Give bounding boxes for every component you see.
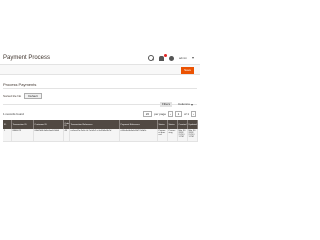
admin-actions: admin xyxy=(147,53,194,62)
table-cell: Mar 30 2018 2:23:11 PM xyxy=(177,129,188,142)
page-actions-bar: Save xyxy=(0,64,200,75)
column-header[interactable]: Customer ID xyxy=(33,120,64,129)
columns-label: Columns xyxy=(178,102,190,106)
column-header[interactable]: Transaction ID xyxy=(11,120,34,129)
columns-chevron-icon xyxy=(190,103,193,106)
filters-button[interactable]: Filters xyxy=(160,102,173,107)
column-header[interactable]: ID xyxy=(3,120,12,129)
table-cell: ce0eed7a-2a6c-4c7a-b5c1-e1af2d6e9b7d xyxy=(69,129,120,142)
pager: 20 per page ‹ 1 of 1 › xyxy=(142,110,196,117)
table-cell: 1 xyxy=(3,129,12,142)
records-found: 1 records found xyxy=(3,112,24,116)
prev-page-button[interactable]: ‹ xyxy=(167,110,173,117)
table-cell: Mar 30 2018 2:23:11 PM xyxy=(187,129,198,142)
scope-label: Sorted tile No xyxy=(3,94,22,98)
save-button[interactable]: Save xyxy=(181,67,194,74)
search-icon[interactable] xyxy=(147,55,154,61)
per-page-label: per page xyxy=(154,111,166,116)
per-page-select[interactable]: 20 xyxy=(142,110,153,117)
notification-badge xyxy=(163,53,167,57)
columns-button[interactable]: Columns xyxy=(178,102,193,107)
column-header[interactable]: Created xyxy=(177,120,188,129)
data-grid: ID Transaction ID Customer ID Order ID T… xyxy=(3,120,198,142)
column-header[interactable]: Status xyxy=(157,120,168,129)
scope-row: Sorted tile No Default xyxy=(3,92,42,100)
page-count: of 1 xyxy=(183,111,189,116)
table-cell: 0f0d7b6f-5d6a3aa8-94d0 xyxy=(33,129,64,142)
table-cell: Processing xyxy=(167,129,178,142)
scope-button[interactable]: Default xyxy=(24,93,42,99)
section-title: Process Payments xyxy=(3,82,37,87)
column-header[interactable]: Updated xyxy=(187,120,198,129)
section-divider xyxy=(3,88,197,89)
notifications-icon[interactable] xyxy=(158,53,167,61)
table-cell: c6f0a6e0b4a4d1d77a8b3c xyxy=(119,129,158,142)
column-header[interactable]: Payment Reference xyxy=(119,120,158,129)
user-name[interactable]: admin xyxy=(179,56,187,60)
grid-header-row: ID Transaction ID Customer ID Order ID T… xyxy=(3,120,198,129)
page-input[interactable]: 1 xyxy=(174,110,182,117)
table-row[interactable]: 1 8846073 0f0d7b6f-5d6a3aa8-94d0 46 ce0e… xyxy=(3,129,198,142)
user-icon[interactable] xyxy=(168,55,174,61)
page-title: Payment Process xyxy=(3,55,51,61)
next-page-button[interactable]: › xyxy=(191,110,196,117)
column-header[interactable]: Status xyxy=(167,120,178,129)
chevron-down-icon[interactable] xyxy=(192,57,194,59)
table-cell: Payment process xyxy=(157,129,168,142)
table-cell: 8846073 xyxy=(11,129,34,142)
column-header[interactable]: Transaction Reference xyxy=(69,120,120,129)
